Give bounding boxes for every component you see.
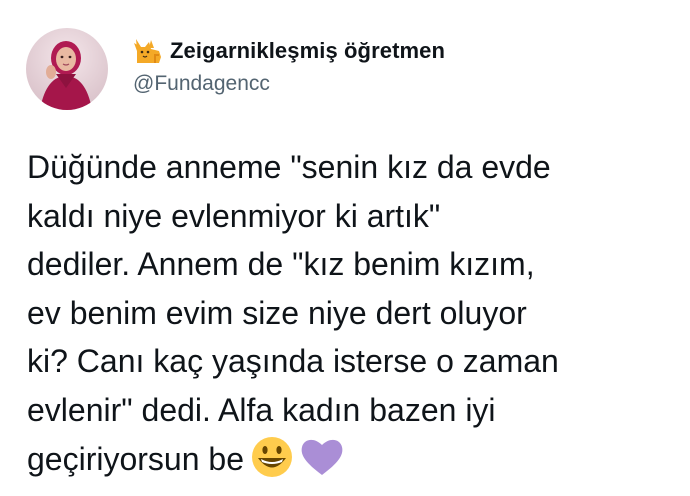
author-block: Zeigarnikleşmiş öğretmen @Fundagencc bbox=[133, 36, 445, 96]
tweet-text-line: ki? Canı kaç yaşında isterse o zaman bbox=[27, 343, 559, 380]
display-name-row[interactable]: Zeigarnikleşmiş öğretmen bbox=[133, 36, 445, 66]
tweet-card: Zeigarnikleşmiş öğretmen @Fundagencc Düğ… bbox=[0, 0, 690, 496]
grinning-face-icon bbox=[248, 435, 296, 479]
purple-heart-icon bbox=[298, 435, 346, 479]
avatar-image bbox=[26, 28, 108, 110]
tweet-text-line: geçiriyorsun be bbox=[27, 440, 244, 477]
avatar[interactable] bbox=[26, 28, 108, 110]
tweet-text-line: evlenir" dedi. Alfa kadın bazen iyi bbox=[27, 391, 496, 428]
cat-icon bbox=[133, 37, 163, 65]
tweet-text: Düğünde anneme "senin kız da evde kaldı … bbox=[27, 143, 677, 483]
display-name: Zeigarnikleşmiş öğretmen bbox=[170, 38, 446, 63]
tweet-text-last-line: geçiriyorsun be bbox=[27, 435, 677, 484]
tweet-text-line: Düğünde anneme "senin kız da evde bbox=[27, 149, 551, 185]
tweet-header: Zeigarnikleşmiş öğretmen @Fundagencc bbox=[26, 28, 445, 110]
tweet-text-line: dediler. Annem de "kız benim kızım, bbox=[27, 246, 535, 283]
user-handle[interactable]: @Fundagencc bbox=[133, 72, 445, 96]
tweet-text-line: kaldı niye evlenmiyor ki artık" bbox=[27, 197, 441, 234]
tweet-text-line: ev benim evim size niye dert oluyor bbox=[27, 294, 527, 331]
